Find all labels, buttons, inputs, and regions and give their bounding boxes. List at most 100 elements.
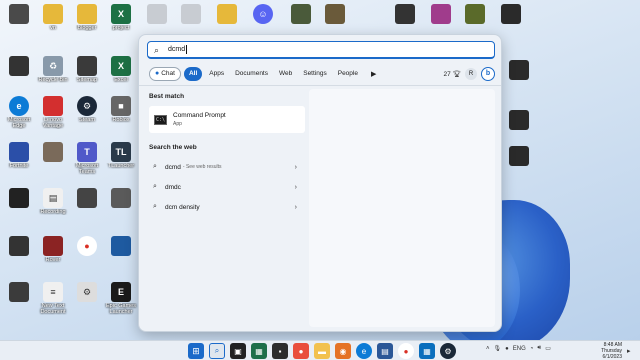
game-icon <box>431 4 451 24</box>
mic-icon[interactable]: 🎙︎ <box>494 345 502 352</box>
file-icon <box>77 56 97 76</box>
desktop-icon-r7[interactable] <box>502 60 536 80</box>
web-result-dmdc[interactable]: ⌕ dmdc › <box>149 177 307 197</box>
desktop-icon-1[interactable] <box>2 4 36 25</box>
desktop-icon-chrome[interactable]: ● <box>70 236 104 256</box>
rewards-points[interactable]: 27 <box>444 71 451 78</box>
volume-icon[interactable]: 🔊︎ <box>537 345 541 352</box>
desktop-icon-vn[interactable]: vn <box>36 4 70 31</box>
desktop-icon-sitemap[interactable]: Sitemap <box>70 56 104 83</box>
web-result-dcmd[interactable]: ⌕ dcmd - See web results › <box>149 157 307 177</box>
store-icon[interactable]: ▦ <box>419 343 435 359</box>
desktop-icon-r5[interactable] <box>458 4 492 24</box>
language-indicator[interactable]: ENG <box>513 346 526 352</box>
steam-icon[interactable]: ⚙ <box>440 343 456 359</box>
search-icon: ⌕ <box>154 44 160 55</box>
shortcut-icon <box>147 4 167 24</box>
bing-icon[interactable]: b <box>481 67 495 81</box>
desktop-icon-r8[interactable] <box>502 110 536 130</box>
desktop-icon-r9[interactable] <box>502 146 536 166</box>
desktop-icon-tlauncher[interactable]: TL TLauncher <box>104 142 138 169</box>
app-icon[interactable]: ▤ <box>377 343 393 359</box>
file-explorer-icon[interactable]: ▬ <box>314 343 330 359</box>
desktop-icon-rover[interactable]: Rover <box>36 236 70 263</box>
desktop-icon-gear[interactable]: ⚙ <box>70 282 104 302</box>
taskbar: ⊞ ⌕ ▣ ▦ ▪ ● ▬ ◉ e ▤ ● ▦ ⚙ ˄ 🎙︎ ● ENG ◔ 🔊… <box>0 340 640 360</box>
desktop-icon-game[interactable] <box>2 188 36 208</box>
desktop-icon-lenovo[interactable]: Lenovo Vantage <box>36 96 70 129</box>
lenovo-icon <box>43 96 63 116</box>
desktop-icon-misc[interactable] <box>2 282 36 302</box>
image-icon <box>111 188 131 208</box>
desktop-icon-recycle-bin[interactable]: ♻ Recycle Bin <box>36 56 70 83</box>
avatar[interactable]: R <box>465 68 477 80</box>
desktop-icon-game-2[interactable] <box>2 236 36 256</box>
desktop-icon-excel[interactable]: X Excel <box>104 56 138 83</box>
desktop-icon-edge[interactable]: e Microsoft Edge <box>2 96 36 129</box>
clock[interactable]: 8:48 AM Thursday 6/1/2023 <box>578 342 622 360</box>
app-tray-icon[interactable]: ● <box>505 346 509 352</box>
desktop-icon-blogger[interactable]: Blogger <box>70 4 104 31</box>
desktop-icon-steam[interactable]: ⚙ Steam <box>70 96 104 123</box>
app-icon[interactable]: ▪ <box>272 343 288 359</box>
desktop-icon-project[interactable]: X project <box>104 4 138 31</box>
desktop-icon-new-text[interactable]: ≡ New Text Document <box>36 282 70 315</box>
desktop-icon-photo[interactable] <box>36 142 70 162</box>
wifi-icon[interactable]: ◔ <box>530 346 534 352</box>
discord-icon: ☺ <box>253 4 273 24</box>
tlauncher-icon: TL <box>111 142 131 162</box>
desktop-icon-teams[interactable]: T Microsoft Teams <box>70 142 104 175</box>
desktop-icon-media-2[interactable] <box>104 188 138 208</box>
desktop-icon-discord[interactable]: ☺ <box>246 4 280 24</box>
filter-documents[interactable]: Documents <box>231 67 272 81</box>
best-match-command-prompt[interactable]: C:\ Command Prompt App <box>149 106 305 133</box>
divider <box>139 85 501 86</box>
battery-icon[interactable]: ▭ <box>545 345 551 352</box>
widgets-icon[interactable]: ▦ <box>251 343 267 359</box>
search-query[interactable]: dcmd <box>168 46 185 53</box>
notifications-icon[interactable]: ▸ <box>627 347 631 355</box>
desktop-icon-epic[interactable]: E Epic Games Launcher <box>104 282 138 315</box>
search-web-heading: Search the web <box>149 144 197 151</box>
chevron-right-icon: › <box>294 203 297 211</box>
chrome-icon[interactable]: ● <box>398 343 414 359</box>
roblox-icon: ■ <box>111 96 131 116</box>
results-column: Best match C:\ Command Prompt App Search… <box>149 93 307 217</box>
desktop-icon-shortcut-2[interactable] <box>174 4 208 24</box>
desktop-icon-shortcut[interactable] <box>140 4 174 24</box>
best-match-heading: Best match <box>149 93 185 100</box>
more-filters-icon[interactable]: ▶ <box>371 70 376 78</box>
edge-icon[interactable]: e <box>356 343 372 359</box>
filter-web[interactable]: Web <box>275 67 296 81</box>
search-icon[interactable]: ⌕ <box>209 343 225 359</box>
desktop-icon-r2[interactable] <box>318 4 352 24</box>
filter-chat[interactable]: ● Chat <box>149 67 181 81</box>
filter-all[interactable]: All <box>183 67 203 81</box>
epic-games-icon: E <box>111 282 131 302</box>
search-icon: ⌕ <box>153 183 157 190</box>
start-icon[interactable]: ⊞ <box>188 343 204 359</box>
desktop-icon-app[interactable] <box>104 236 138 256</box>
desktop-icon-folder[interactable] <box>210 4 244 24</box>
desktop-icon-fortnite[interactable]: Fortnite <box>2 142 36 169</box>
filter-settings[interactable]: Settings <box>299 67 331 81</box>
app-icon <box>111 236 131 256</box>
desktop-icon-roblox[interactable]: ■ Roblox <box>104 96 138 123</box>
desktop-icon-pc[interactable] <box>2 56 36 76</box>
web-result-dcm-density[interactable]: ⌕ dcm density › <box>149 197 307 217</box>
desktop-icon-r4[interactable] <box>424 4 458 24</box>
search-input[interactable]: ⌕ dcmd <box>147 41 495 59</box>
filter-people[interactable]: People <box>334 67 362 81</box>
desktop-icon-media[interactable] <box>70 188 104 208</box>
command-prompt-icon: C:\ <box>154 114 167 125</box>
desktop-icon-r1[interactable] <box>284 4 318 24</box>
app-icon[interactable]: ◉ <box>335 343 351 359</box>
desktop-icon-recording[interactable]: ▤ Recording <box>36 188 70 215</box>
task-view-icon[interactable]: ▣ <box>230 343 246 359</box>
system-tray: ˄ 🎙︎ ● ENG ◔ 🔊︎ ▭ <box>486 345 551 352</box>
desktop-icon-r6[interactable] <box>494 4 528 24</box>
filter-apps[interactable]: Apps <box>205 67 228 81</box>
app-icon[interactable]: ● <box>293 343 309 359</box>
desktop-icon-r3[interactable] <box>388 4 422 24</box>
chevron-up-icon[interactable]: ˄ <box>486 346 490 352</box>
